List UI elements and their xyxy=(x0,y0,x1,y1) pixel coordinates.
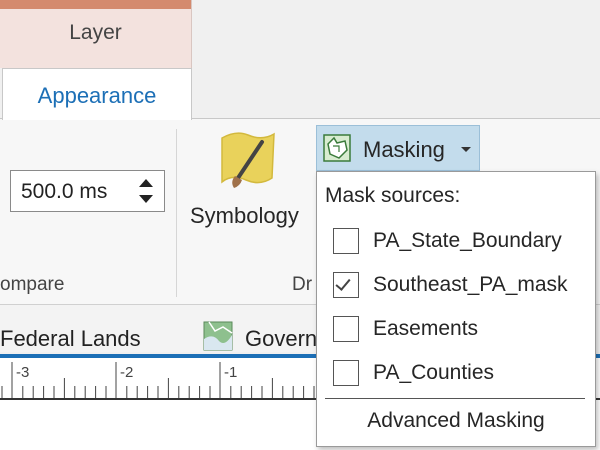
compare-group-label: ompare xyxy=(0,274,65,295)
mask-source-item[interactable]: PA_State_Boundary xyxy=(317,221,595,261)
ruler-label: -1 xyxy=(224,364,237,381)
mask-source-item[interactable]: Southeast_PA_mask xyxy=(317,265,595,305)
symbology-button[interactable]: Symbology xyxy=(190,203,299,229)
ribbon-group-separator xyxy=(176,129,177,297)
spin-down-icon[interactable] xyxy=(139,195,153,203)
mask-source-checkbox[interactable] xyxy=(333,316,359,342)
masking-label: Masking xyxy=(363,137,445,162)
masking-button[interactable]: Masking xyxy=(316,125,480,171)
tab-appearance[interactable]: Appearance xyxy=(2,68,192,120)
symbology-brush-icon xyxy=(221,132,275,188)
swipe-duration-spinner[interactable]: 500.0 ms xyxy=(10,170,165,212)
masking-icon xyxy=(323,134,351,162)
advanced-masking-button[interactable]: Advanced Masking xyxy=(317,409,595,433)
drawing-group-label: Dr xyxy=(292,274,313,295)
mask-source-checkbox[interactable] xyxy=(333,360,359,386)
masking-dropdown: Mask sources: PA_State_Boundary Southeas… xyxy=(316,171,596,447)
mask-source-label: Easements xyxy=(373,317,479,340)
mask-source-item[interactable]: PA_Counties xyxy=(317,353,595,393)
tab-appearance-label: Appearance xyxy=(37,83,157,108)
swipe-duration-value: 500.0 ms xyxy=(21,180,108,203)
mask-source-label: PA_Counties xyxy=(373,361,495,384)
chevron-down-icon xyxy=(461,147,471,152)
ruler-label: -2 xyxy=(120,364,133,381)
tab-strip-background xyxy=(192,0,600,118)
spin-up-icon[interactable] xyxy=(139,179,153,187)
layer-federal-lands[interactable]: Federal Lands xyxy=(0,326,141,352)
menu-divider xyxy=(325,398,585,399)
map-layer-icon xyxy=(203,321,233,351)
mask-source-label: Southeast_PA_mask xyxy=(373,273,568,296)
checkmark-icon xyxy=(335,275,351,291)
mask-source-checkbox[interactable] xyxy=(333,272,359,298)
contextual-tab-stripe xyxy=(0,0,191,9)
mask-sources-heading: Mask sources: xyxy=(325,184,461,207)
mask-source-item[interactable]: Easements xyxy=(317,309,595,349)
tab-layer-label: Layer xyxy=(69,21,122,44)
layer-government[interactable]: Govern xyxy=(245,326,317,352)
tab-layer[interactable]: Layer xyxy=(0,0,192,68)
mask-source-checkbox[interactable] xyxy=(333,228,359,254)
ruler-label: -3 xyxy=(16,364,29,381)
mask-source-label: PA_State_Boundary xyxy=(373,229,562,252)
